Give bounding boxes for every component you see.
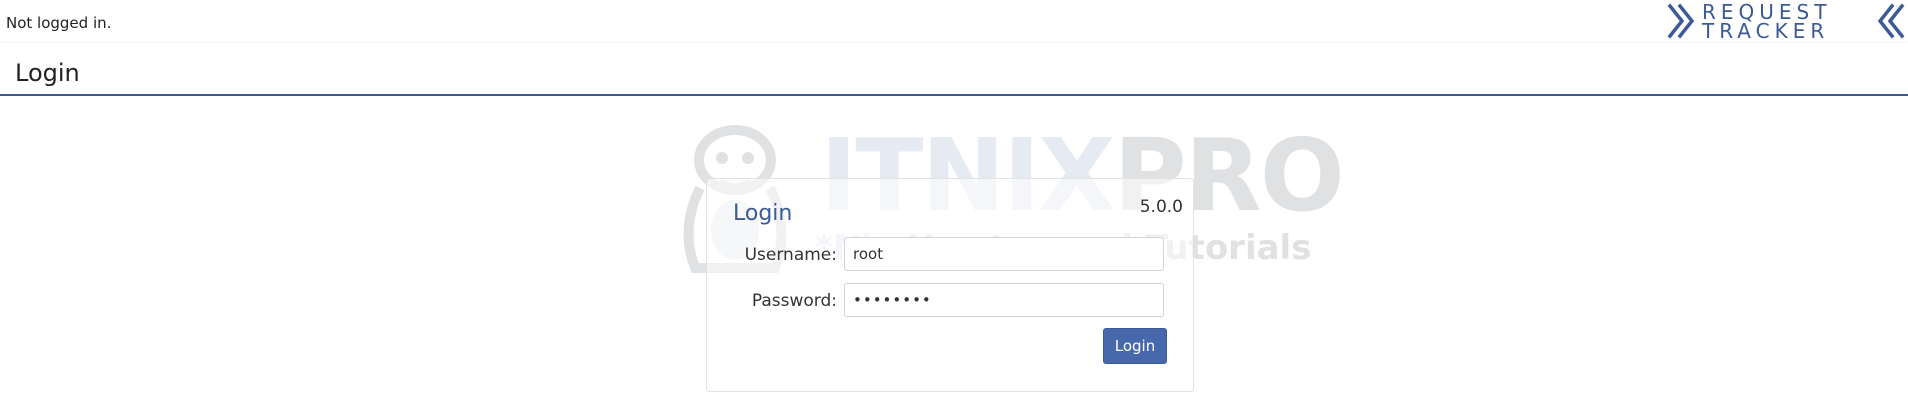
login-status-text: Not logged in. [6, 14, 112, 32]
login-box: Login 5.0.0 Username: root Password: •••… [706, 178, 1194, 392]
page-title: Login [15, 59, 80, 87]
request-tracker-logo[interactable]: REQUEST TRACKER [1658, 0, 1908, 42]
logo-graphic: REQUEST TRACKER [1667, 0, 1905, 42]
version-label: 5.0.0 [1139, 197, 1183, 217]
password-label: Password: [751, 291, 837, 311]
page-title-bar: Login [0, 43, 1908, 96]
top-bar: Not logged in. REQUEST TRACKER [0, 0, 1908, 42]
username-field[interactable]: root [844, 237, 1164, 271]
login-box-title: Login [733, 201, 793, 226]
username-label: Username: [744, 245, 837, 265]
password-field[interactable]: •••••••• [844, 283, 1164, 317]
login-button[interactable]: Login [1103, 328, 1167, 364]
logo-line2: TRACKER [1701, 19, 1829, 42]
